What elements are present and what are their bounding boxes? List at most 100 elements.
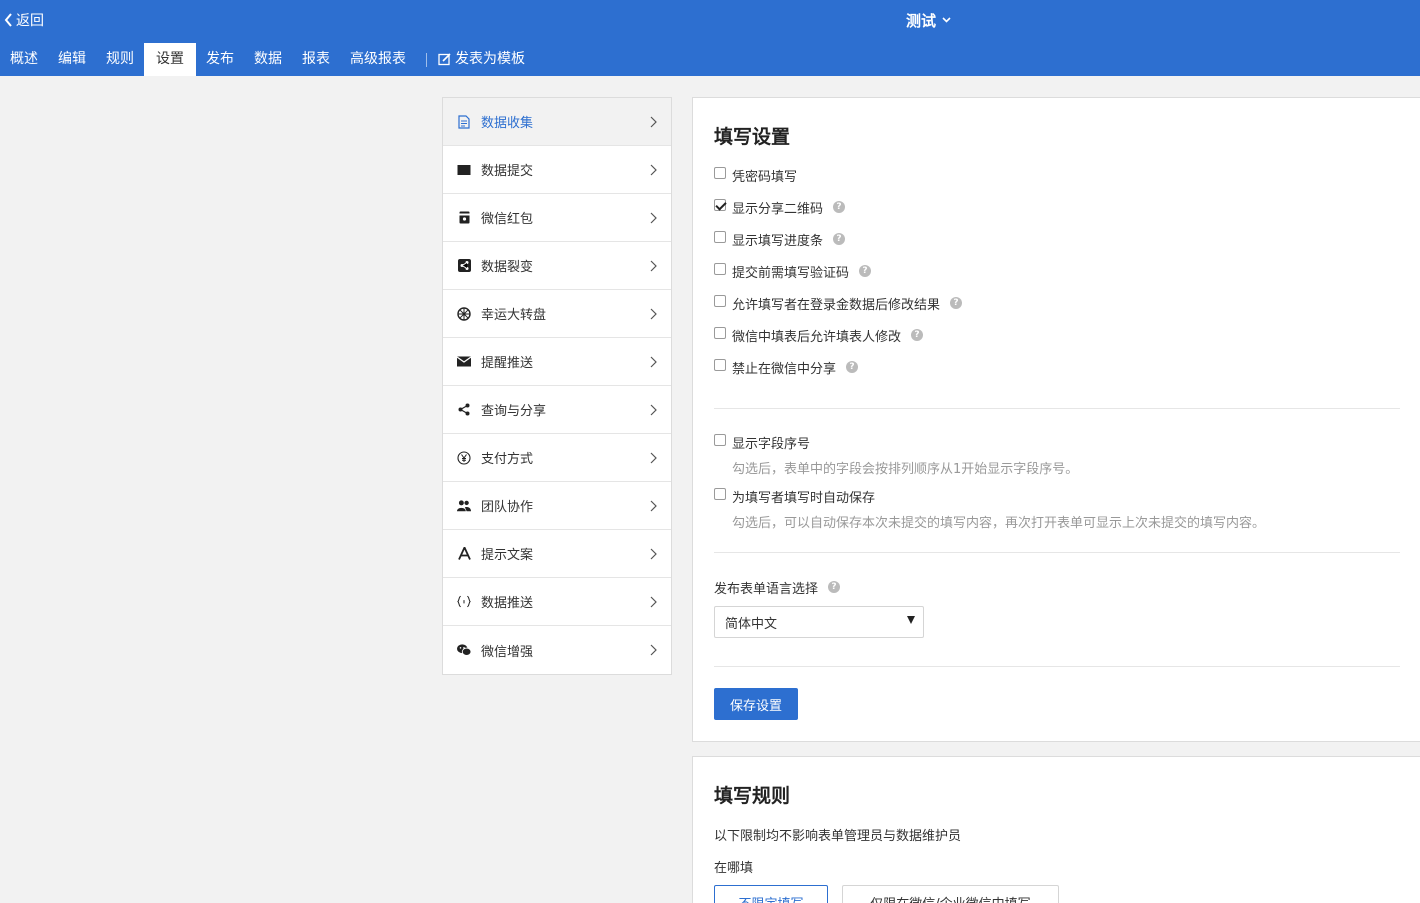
option-label: 微信中填表后允许填表人修改 (732, 329, 902, 345)
checkbox[interactable] (714, 359, 726, 371)
fill-rules-title: 填写规则 (714, 785, 791, 807)
tab-publish[interactable]: 发布 (196, 43, 244, 76)
option-password-fill: 凭密码填写 (714, 166, 798, 185)
language-value: 简体中文 (725, 616, 778, 632)
checkbox[interactable] (714, 199, 726, 211)
chevron-right-icon (650, 356, 657, 368)
square-icon (457, 163, 471, 177)
back-button[interactable]: 返回 (4, 10, 44, 30)
chevron-right-icon (650, 164, 657, 176)
help-icon[interactable]: ? (911, 329, 924, 341)
menu-label: 团队协作 (481, 500, 534, 515)
chevron-down-icon (942, 17, 951, 23)
menu-item-wechat-enhance[interactable]: 微信增强 (443, 626, 671, 674)
checkbox[interactable] (714, 263, 726, 275)
chevron-right-icon (650, 548, 657, 560)
checkbox[interactable] (714, 231, 726, 243)
menu-item-data-fission[interactable]: 数据裂变 (443, 242, 671, 290)
checkbox[interactable] (714, 488, 726, 500)
checkbox[interactable] (714, 434, 726, 446)
font-icon (457, 547, 471, 561)
checkbox[interactable] (714, 295, 726, 307)
red-packet-icon (457, 211, 471, 225)
menu-item-data-push[interactable]: 数据推送 (443, 578, 671, 626)
wechat-icon (457, 643, 471, 657)
option-show-share-qrcode: 显示分享二维码 ? (714, 198, 846, 217)
tab-report[interactable]: 报表 (292, 43, 340, 76)
tab-settings[interactable]: 设置 (144, 43, 196, 76)
chevron-right-icon (650, 116, 657, 128)
tab-overview[interactable]: 概述 (0, 43, 48, 76)
menu-item-data-collection[interactable]: 数据收集 (443, 98, 671, 146)
option-forbid-wechat-share: 禁止在微信中分享 ? (714, 358, 859, 377)
tab-data[interactable]: 数据 (244, 43, 292, 76)
language-select[interactable]: 简体中文 (714, 606, 924, 638)
option-label: 凭密码填写 (732, 169, 798, 185)
chevron-right-icon (650, 452, 657, 464)
section-divider (714, 666, 1400, 667)
option-description: 勾选后，可以自动保存本次未提交的填写内容，再次打开表单可显示上次未提交的填写内容… (732, 516, 1266, 531)
menu-label: 数据提交 (481, 164, 534, 179)
fill-settings-title: 填写设置 (714, 126, 791, 148)
share-icon (457, 403, 471, 417)
option-unrestricted[interactable]: 不限定填写 (714, 885, 828, 903)
document-icon (457, 114, 471, 129)
option-show-progress-bar: 显示填写进度条 ? (714, 230, 846, 249)
menu-item-data-submit[interactable]: 数据提交 (443, 146, 671, 194)
publish-template-button[interactable]: 发表为模板 (438, 43, 535, 76)
menu-label: 提示文案 (481, 548, 534, 563)
option-wechat-only[interactable]: 仅限在微信/企业微信中填写 (842, 885, 1059, 903)
chevron-right-icon (650, 500, 657, 512)
menu-item-payment[interactable]: 支付方式 (443, 434, 671, 482)
menu-item-lucky-wheel[interactable]: 幸运大转盘 (443, 290, 671, 338)
help-icon[interactable]: ? (950, 297, 963, 309)
menu-item-reminder-push[interactable]: 提醒推送 (443, 338, 671, 386)
option-label: 为填写者填写时自动保存 (732, 490, 876, 506)
tab-advanced-report[interactable]: 高级报表 (340, 43, 416, 76)
chevron-right-icon (650, 308, 657, 320)
language-label: 发布表单语言选择 (714, 581, 819, 597)
tab-divider (426, 53, 427, 67)
where-label: 在哪填 (714, 861, 754, 876)
nav-tabs: 概述 编辑 规则 设置 发布 数据 报表 高级报表 发表为模板 (0, 43, 535, 76)
menu-label: 微信红包 (481, 212, 534, 227)
menu-item-team-collaboration[interactable]: 团队协作 (443, 482, 671, 530)
top-bar: 返回 测试 概述 编辑 规则 设置 发布 数据 报表 高级报表 发表为模板 (0, 0, 1420, 76)
option-auto-save: 为填写者填写时自动保存 (714, 487, 876, 506)
option-label: 允许填写者在登录金数据后修改结果 (732, 297, 941, 313)
section-divider (714, 408, 1400, 409)
menu-label: 支付方式 (481, 452, 534, 467)
help-icon[interactable]: ? (859, 265, 872, 277)
menu-item-query-share[interactable]: 查询与分享 (443, 386, 671, 434)
option-allow-edit-after-login: 允许填写者在登录金数据后修改结果 ? (714, 294, 963, 313)
help-icon[interactable]: ? (833, 233, 846, 245)
code-icon (457, 595, 471, 609)
help-icon[interactable]: ? (833, 201, 846, 213)
checkbox[interactable] (714, 327, 726, 339)
tab-rules[interactable]: 规则 (96, 43, 144, 76)
menu-item-tip-text[interactable]: 提示文案 (443, 530, 671, 578)
menu-item-wechat-red-packet[interactable]: 微信红包 (443, 194, 671, 242)
language-label-row: 发布表单语言选择 ? (714, 578, 841, 597)
yen-icon (457, 450, 471, 465)
help-icon[interactable]: ? (846, 361, 859, 373)
menu-label: 查询与分享 (481, 404, 547, 419)
menu-label: 微信增强 (481, 644, 534, 660)
checkbox[interactable] (714, 167, 726, 179)
fill-rules-card: 填写规则 以下限制均不影响表单管理员与数据维护员 在哪填 不限定填写 仅限在微信… (692, 756, 1420, 903)
form-title-dropdown[interactable]: 测试 (906, 9, 951, 31)
edit-icon (438, 53, 451, 66)
envelope-icon (457, 355, 471, 369)
chevron-right-icon (650, 404, 657, 416)
help-icon[interactable]: ? (828, 581, 841, 593)
option-show-field-number: 显示字段序号 (714, 433, 810, 452)
section-divider (714, 552, 1400, 553)
menu-label: 数据裂变 (481, 260, 534, 275)
chevron-right-icon (650, 644, 657, 656)
menu-label: 提醒推送 (481, 356, 534, 371)
save-settings-button[interactable]: 保存设置 (714, 688, 798, 720)
tab-edit[interactable]: 编辑 (48, 43, 96, 76)
team-icon (457, 499, 471, 513)
settings-menu: 数据收集 数据提交 微信红包 数据裂变 幸运大转盘 提醒推送 查询与分享 支付方… (442, 97, 672, 675)
option-description: 勾选后，表单中的字段会按排列顺序从1开始显示字段序号。 (732, 462, 1079, 477)
